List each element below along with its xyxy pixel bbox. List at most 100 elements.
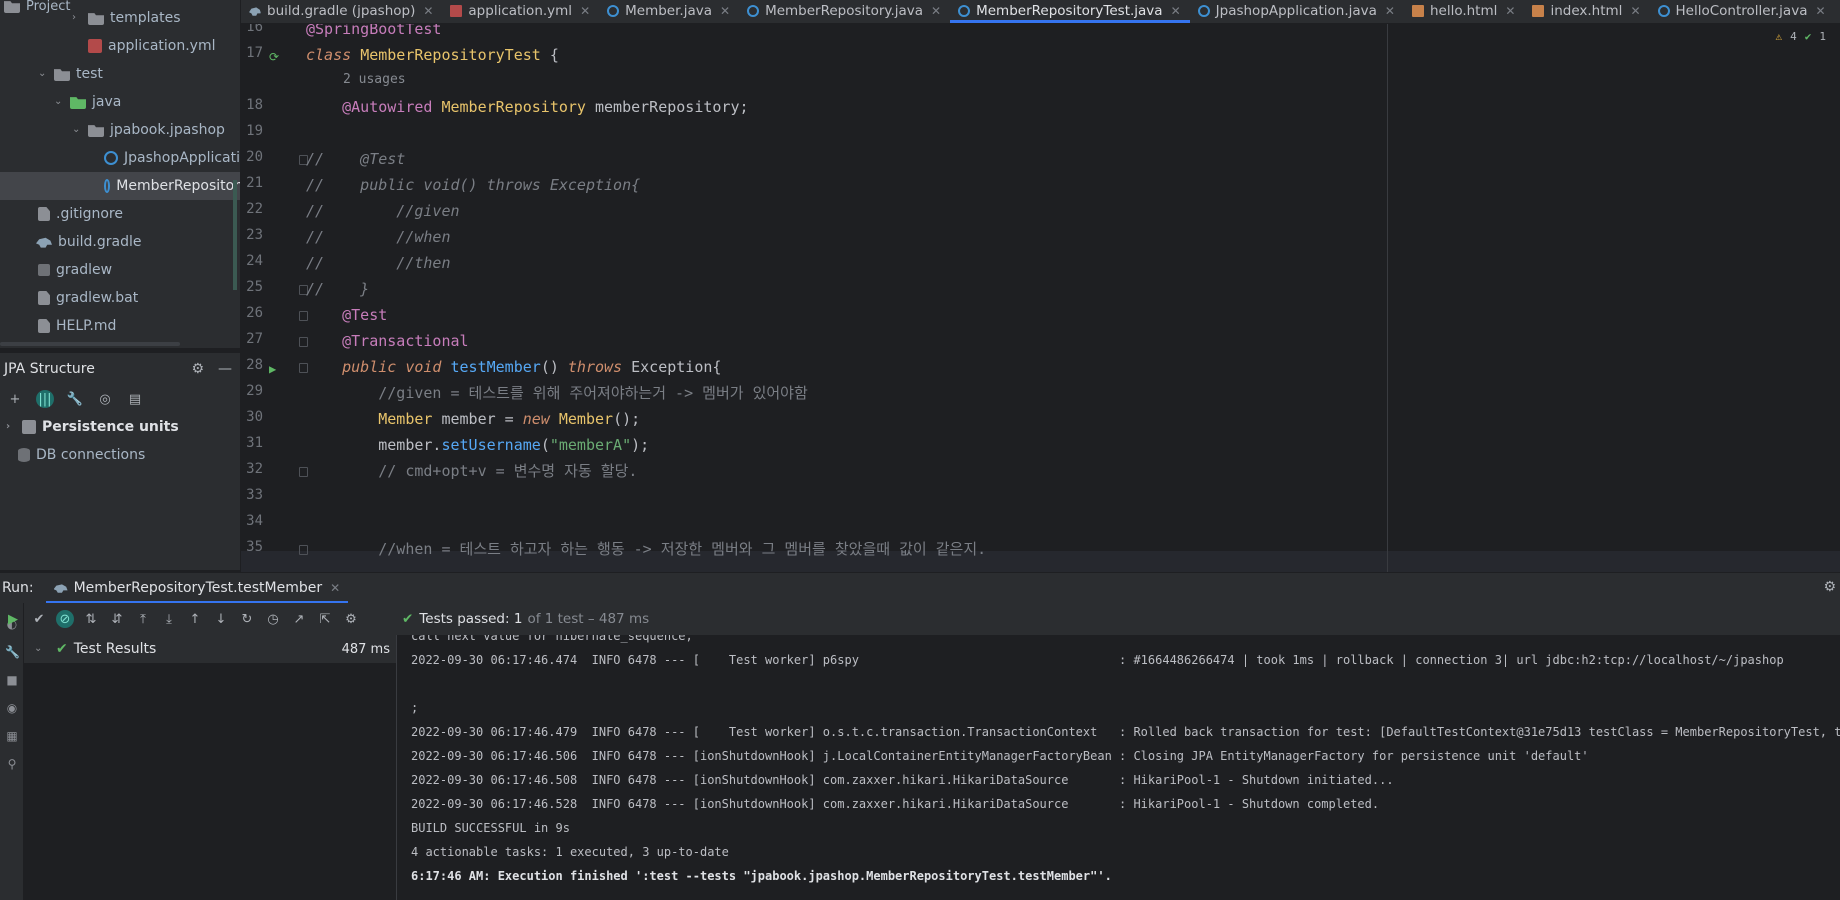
history-icon[interactable]: ◷ (264, 610, 282, 628)
expand-all-icon[interactable]: ⤒ (134, 610, 152, 628)
scroll-indicator[interactable] (233, 180, 237, 290)
tree-item-member-repository-test[interactable]: MemberRepositor (0, 172, 240, 200)
code-line-21[interactable]: // public void() throws Exception{ (306, 172, 640, 198)
collapse-all-icon[interactable]: ⤓ (160, 610, 178, 628)
chevron-down-icon[interactable]: ⌄ (38, 69, 48, 79)
tree-item-templates[interactable]: › templates (0, 4, 240, 32)
show-passed-icon[interactable]: ✔ (30, 610, 48, 628)
export-icon[interactable]: ↗ (290, 610, 308, 628)
tree-item-build-gradle[interactable]: build.gradle (0, 228, 240, 256)
tab-member-java[interactable]: Member.java ✕ (599, 0, 739, 23)
tab-application-yml[interactable]: application.yml ✕ (442, 0, 599, 23)
code-line-16[interactable]: @SpringBootTest (306, 24, 441, 42)
code-line-24[interactable]: // //then (306, 250, 451, 276)
close-icon[interactable]: ✕ (1630, 4, 1640, 18)
sort-alpha-icon[interactable]: ⇅ (82, 610, 100, 628)
wrench-icon[interactable]: 🔧 (5, 645, 20, 659)
jpa-item-db-connections[interactable]: DB connections (0, 441, 240, 469)
run-tab-test[interactable]: MemberRepositoryTest.testMember ✕ (45, 573, 349, 603)
tree-item-gitignore[interactable]: .gitignore (0, 200, 240, 228)
close-icon[interactable]: ✕ (1171, 4, 1181, 18)
tab-build-gradle[interactable]: build.gradle (jpashop) ✕ (241, 0, 442, 23)
gear-icon[interactable]: ⚙ (342, 610, 360, 628)
tab-jpashop-application[interactable]: JpashopApplication.java ✕ (1190, 0, 1404, 23)
tree-item-help-md[interactable]: HELP.md (0, 312, 240, 340)
tab-member-repository-test[interactable]: MemberRepositoryTest.java ✕ (950, 0, 1190, 23)
tab-hello-controller[interactable]: HelloController.java ✕ (1650, 0, 1835, 23)
close-icon[interactable]: ✕ (330, 581, 340, 595)
close-icon[interactable]: ✕ (423, 4, 433, 18)
close-icon[interactable]: ✕ (580, 4, 590, 18)
close-icon[interactable]: ✕ (720, 4, 730, 18)
code-line-31[interactable]: member.setUsername("memberA"); (306, 432, 649, 458)
code-line-28[interactable]: public void testMember() throws Exceptio… (306, 354, 721, 380)
wrench-icon[interactable]: 🔧 (66, 390, 84, 408)
code-line-23[interactable]: // //when (306, 224, 451, 250)
tree-item-jpashop-application[interactable]: JpashopApplicati (0, 144, 240, 172)
close-icon[interactable]: ✕ (1505, 4, 1515, 18)
add-icon[interactable]: + (6, 390, 24, 408)
html-icon (1532, 5, 1545, 17)
chevron-down-icon[interactable]: ⌄ (72, 125, 82, 135)
rerun-icon[interactable]: ▶ (4, 610, 22, 628)
console-output[interactable]: call next value for hibernate_sequence; … (396, 635, 1840, 900)
test-results-root[interactable]: ⌄ ✔ Test Results 487 ms (24, 635, 396, 663)
chevron-right-icon[interactable]: › (72, 13, 82, 23)
code-line-35[interactable]: //when = 테스트 하고자 하는 행동 -> 저장한 멤버와 그 멤버를 … (306, 536, 986, 562)
line-number: 16 (246, 24, 263, 35)
usages-hint[interactable]: 2 usages (343, 72, 406, 87)
stop-icon[interactable]: ■ (5, 673, 19, 687)
previous-failed-icon[interactable]: ↑ (186, 610, 204, 628)
code-line-26[interactable]: @Test (306, 302, 387, 328)
run-test-class-icon[interactable]: ⟳ (269, 50, 283, 64)
jpa-item-persistence-units[interactable]: › Persistence units (0, 413, 240, 441)
target-icon[interactable]: ◎ (96, 390, 114, 408)
folder-icon (88, 13, 104, 25)
next-failed-icon[interactable]: ↓ (212, 610, 230, 628)
tree-item-package[interactable]: ⌄ jpabook.jpashop (0, 116, 240, 144)
code-editor[interactable]: ⚠ 4 ✔ 1 16 17 18 19 20 21 22 23 24 25 26 2… (241, 24, 1840, 572)
code-line-20[interactable]: // @Test (306, 146, 405, 172)
columns-icon[interactable]: ||| (36, 390, 54, 408)
chevron-down-icon[interactable]: ⌄ (54, 97, 64, 107)
minimize-icon[interactable]: — (218, 361, 232, 377)
tree-item-java[interactable]: ⌄ java (0, 88, 240, 116)
tree-item-gradlew[interactable]: gradlew (0, 256, 240, 284)
chevron-right-icon[interactable]: › (6, 422, 16, 432)
horizontal-scrollbar[interactable] (0, 342, 180, 346)
close-icon[interactable]: ✕ (931, 4, 941, 18)
tree-item-test[interactable]: ⌄ test (0, 60, 240, 88)
code-line-29[interactable]: //given = 테스트를 위해 주어져야하는거 -> 멤버가 있어야함 (306, 380, 808, 406)
close-icon[interactable]: ✕ (1385, 4, 1395, 18)
pin-icon[interactable]: ⚲ (5, 757, 19, 771)
code-line-17[interactable]: class MemberRepositoryTest { (306, 42, 559, 68)
inspection-widget[interactable]: ⚠ 4 ✔ 1 (1776, 30, 1827, 43)
import-tests-icon[interactable]: ↻ (238, 610, 256, 628)
sort-duration-icon[interactable]: ⇵ (108, 610, 126, 628)
code-line-27[interactable]: @Transactional (306, 328, 468, 354)
gear-icon[interactable]: ⚙ (1823, 579, 1836, 595)
chevron-down-icon[interactable]: ⌄ (34, 644, 44, 654)
gear-icon[interactable]: ⚙ (191, 361, 204, 377)
console-line: 2022-09-30 06:17:46.506 INFO 6478 --- [i… (411, 749, 1589, 763)
run-test-method-icon[interactable]: ▶ (269, 362, 283, 376)
tab-member-repository[interactable]: MemberRepository.java ✕ (739, 0, 950, 23)
close-icon[interactable]: ✕ (1815, 4, 1825, 18)
tab-index-html[interactable]: index.html ✕ (1524, 0, 1649, 23)
code-line-25[interactable]: // } (306, 276, 369, 302)
database-settings-icon[interactable]: ▤ (126, 390, 144, 408)
persistence-icon (22, 420, 36, 434)
layout-icon[interactable]: ▦ (5, 729, 19, 743)
tree-item-gradlew-bat[interactable]: gradlew.bat (0, 284, 240, 312)
code-line-30[interactable]: Member member = new Member(); (306, 406, 640, 432)
code-line-36-partial[interactable]: ▂▂▂▂▂ ▂▂▂▂▂▂▂▂▂▂▂▂ ▂▂▂▂▂▂▂▂▂▂▂▂▂▂▂ ▂▂▂▂▂ (306, 562, 739, 572)
code-line-18[interactable]: @Autowired MemberRepository memberReposi… (306, 94, 748, 120)
open-external-icon[interactable]: ⇱ (316, 610, 334, 628)
eye-icon[interactable]: ◉ (5, 701, 19, 715)
tab-hello-html[interactable]: hello.html ✕ (1404, 0, 1525, 23)
gutter[interactable]: 16 17 18 19 20 21 22 23 24 25 26 27 28 2… (241, 24, 308, 572)
code-line-32[interactable]: // cmd+opt+v = 변수명 자동 할당. (306, 458, 637, 484)
show-ignored-icon[interactable]: ⊘ (56, 610, 74, 628)
code-line-22[interactable]: // //given (306, 198, 460, 224)
tree-item-application-yml[interactable]: application.yml (0, 32, 240, 60)
